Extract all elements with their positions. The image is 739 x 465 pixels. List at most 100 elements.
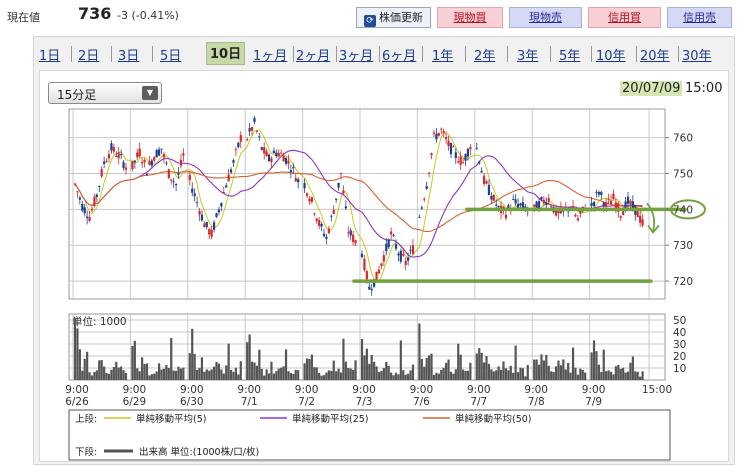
candle-body	[631, 201, 634, 208]
candle-body	[220, 202, 223, 207]
tab-3y[interactable]: 3年	[517, 45, 538, 64]
tab-3d[interactable]: 3日	[118, 45, 139, 64]
refresh-price-button[interactable]: ⟳ 株価更新	[356, 7, 431, 28]
cash-sell-button[interactable]: 現物売	[509, 7, 582, 28]
volume-bar	[148, 375, 151, 380]
candle-body	[253, 118, 256, 123]
volume-bar	[188, 353, 191, 380]
candle-body	[234, 149, 238, 151]
candle-body	[339, 172, 343, 175]
volume-bar	[636, 371, 639, 380]
volume-bar	[255, 365, 259, 380]
volume-bar	[200, 357, 204, 380]
volume-bar	[617, 364, 620, 380]
margin-buy-button[interactable]: 信用買	[588, 7, 661, 28]
candle-body	[485, 181, 488, 184]
volume-bar	[294, 369, 297, 380]
candle-body	[425, 186, 428, 189]
candle-body	[612, 193, 615, 200]
volume-bar	[619, 368, 622, 380]
volume-bar	[569, 372, 572, 380]
candle-body	[105, 161, 108, 163]
tab-10y[interactable]: 10年	[596, 45, 626, 64]
volume-bar	[478, 348, 481, 380]
candle-body	[260, 147, 263, 150]
candle-body	[145, 173, 149, 176]
volume-bar	[90, 375, 94, 380]
candle-body	[387, 239, 390, 248]
candle-body	[148, 161, 151, 165]
legend-upper-label: 上段:	[75, 413, 97, 425]
refresh-icon: ⟳	[364, 15, 376, 27]
tab-6m[interactable]: 6ヶ月	[382, 45, 416, 64]
price-tick-label: 720	[673, 276, 693, 288]
candle-body	[103, 161, 106, 164]
tab-20y[interactable]: 20年	[640, 45, 670, 64]
candle-body	[297, 179, 300, 183]
legend-item-label: 単純移動平均(50)	[455, 413, 532, 425]
volume-bar	[392, 375, 395, 380]
volume-bar	[497, 366, 500, 380]
volume-bar	[260, 368, 263, 380]
tab-2d[interactable]: 2日	[78, 45, 99, 64]
candle-body	[313, 213, 316, 215]
candle-body	[368, 286, 371, 290]
volume-bar	[205, 369, 208, 380]
cash-buy-button[interactable]: 現物買	[437, 7, 503, 28]
volume-tick-label: 30	[673, 339, 686, 351]
volume-bar	[559, 365, 562, 380]
tab-1y[interactable]: 1年	[432, 45, 453, 64]
candle-body	[162, 154, 166, 158]
candle-body	[394, 244, 398, 249]
candle-body	[639, 215, 642, 223]
price-tick-label: 730	[673, 240, 693, 252]
candle-body	[90, 208, 94, 211]
volume-bar	[212, 366, 216, 380]
volume-bar	[485, 356, 488, 380]
volume-bar	[250, 361, 254, 380]
volume-bar	[315, 367, 318, 380]
tab-1m[interactable]: 1ヶ月	[253, 45, 287, 64]
candle-body	[86, 216, 89, 219]
candle-body	[492, 194, 495, 201]
date-tick-label: 7/9	[585, 396, 602, 408]
tab-2m[interactable]: 2ヶ月	[296, 45, 330, 64]
candle-body	[447, 140, 450, 147]
candle-body	[454, 152, 457, 159]
current-price-value: 736	[78, 4, 112, 23]
candle-body	[310, 197, 313, 202]
candle-body	[143, 159, 146, 163]
candle-body	[133, 160, 136, 163]
volume-bar	[277, 368, 280, 380]
margin-sell-button[interactable]: 信用売	[667, 7, 732, 28]
volume-bar	[365, 348, 368, 380]
date-tick-label: 6/26	[65, 396, 89, 408]
tab-separator	[111, 46, 112, 62]
volume-bar	[339, 372, 343, 380]
candle-body	[452, 146, 455, 148]
volume-bar	[110, 369, 113, 380]
tab-5y[interactable]: 5年	[559, 45, 580, 64]
candle-body	[322, 233, 326, 237]
candle-body	[404, 260, 407, 265]
tab-5d[interactable]: 5日	[160, 45, 181, 64]
volume-bar	[509, 365, 512, 380]
tab-10d[interactable]: 10日	[206, 42, 246, 65]
tab-2y[interactable]: 2年	[474, 45, 495, 64]
volume-bar	[115, 361, 118, 380]
volume-bar	[540, 354, 543, 380]
candle-body	[375, 271, 378, 280]
candle-body	[449, 142, 453, 155]
tab-separator	[465, 46, 466, 62]
tab-30y[interactable]: 30年	[682, 45, 712, 64]
volume-bar	[457, 343, 460, 380]
candle-body	[540, 197, 543, 200]
volume-bar	[141, 357, 144, 380]
volume-bar	[337, 368, 340, 380]
tab-1d[interactable]: 1日	[39, 45, 60, 64]
candle-body	[308, 199, 311, 202]
candle-body	[641, 219, 644, 226]
candle-body	[117, 152, 120, 159]
tab-3m[interactable]: 3ヶ月	[339, 45, 373, 64]
volume-bar	[131, 346, 134, 380]
